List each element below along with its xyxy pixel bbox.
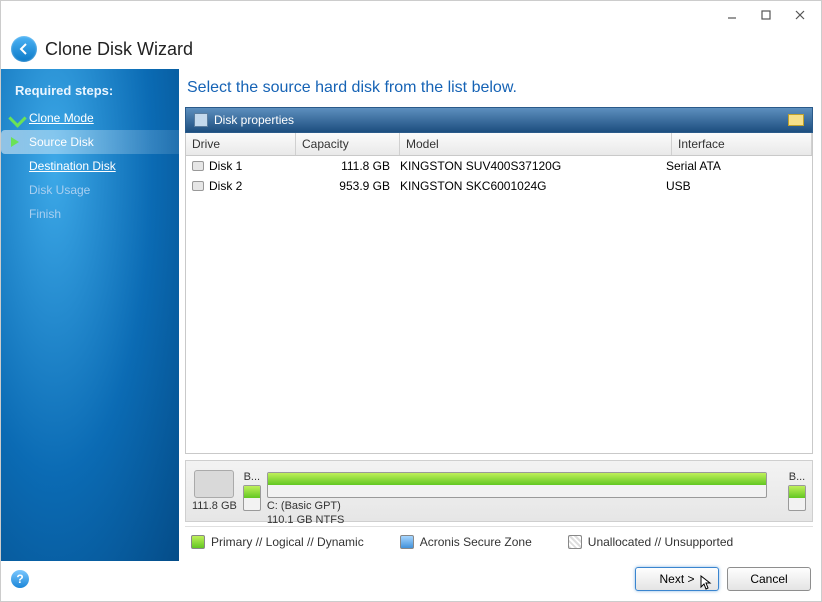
back-button[interactable] <box>11 36 37 62</box>
disk-properties-label: Disk properties <box>214 113 294 127</box>
cancel-button[interactable]: Cancel <box>727 567 811 591</box>
wizard-header: Clone Disk Wizard <box>1 29 821 69</box>
disk-icon <box>192 181 204 191</box>
disk-properties-header: Disk properties <box>185 107 813 133</box>
step-finish: Finish <box>1 202 179 226</box>
partition-label: C: (Basic GPT) <box>267 500 341 512</box>
cursor-icon <box>700 575 714 594</box>
close-button[interactable] <box>783 4 817 26</box>
legend-swatch-secure <box>400 535 414 549</box>
partition-small-2[interactable] <box>788 485 806 511</box>
minimize-button[interactable] <box>715 4 749 26</box>
arrow-left-icon <box>17 42 31 56</box>
step-source-disk[interactable]: Source Disk <box>1 130 179 154</box>
disk-size-label: 111.8 GB <box>192 500 237 512</box>
page-title: Select the source hard disk from the lis… <box>185 73 813 107</box>
help-button[interactable]: ? <box>11 570 29 588</box>
legend: Primary // Logical // Dynamic Acronis Se… <box>185 526 813 557</box>
table-row[interactable]: Disk 2 953.9 GB KINGSTON SKC6001024G USB <box>186 176 812 196</box>
disk-icon <box>192 161 204 171</box>
table-row[interactable]: Disk 1 111.8 GB KINGSTON SUV400S37120G S… <box>186 156 812 176</box>
window-titlebar <box>1 1 821 29</box>
col-drive[interactable]: Drive <box>186 133 296 155</box>
partition-small-1[interactable] <box>243 485 261 511</box>
clone-disk-wizard-window: Clone Disk Wizard Required steps: Clone … <box>0 0 822 602</box>
disk-table-header: Drive Capacity Model Interface <box>185 133 813 156</box>
main-panel: Select the source hard disk from the lis… <box>179 69 821 561</box>
step-destination-disk[interactable]: Destination Disk <box>1 154 179 178</box>
disk-table-body: Disk 1 111.8 GB KINGSTON SUV400S37120G S… <box>185 156 813 454</box>
col-model[interactable]: Model <box>400 133 672 155</box>
partition-sublabel: 110.1 GB NTFS <box>267 514 344 526</box>
maximize-button[interactable] <box>749 4 783 26</box>
drive-icon <box>194 470 234 498</box>
col-interface[interactable]: Interface <box>672 133 812 155</box>
step-disk-usage: Disk Usage <box>1 178 179 202</box>
wizard-title: Clone Disk Wizard <box>45 39 193 60</box>
legend-swatch-primary <box>191 535 205 549</box>
mail-icon[interactable] <box>788 114 804 126</box>
col-capacity[interactable]: Capacity <box>296 133 400 155</box>
disk-thumbnail: 111.8 GB <box>192 470 237 512</box>
disk-properties-icon <box>194 113 208 127</box>
partition-main[interactable] <box>267 472 767 498</box>
steps-sidebar: Required steps: Clone Mode Source Disk D… <box>1 69 179 561</box>
step-clone-mode[interactable]: Clone Mode <box>1 106 179 130</box>
disk-layout-strip: 111.8 GB B... C: (Basic GPT) 110.1 GB NT… <box>185 460 813 522</box>
legend-swatch-unallocated <box>568 535 582 549</box>
next-button[interactable]: Next > <box>635 567 719 591</box>
wizard-footer: ? Next > Cancel <box>1 561 821 601</box>
sidebar-section-title: Required steps: <box>1 77 179 106</box>
